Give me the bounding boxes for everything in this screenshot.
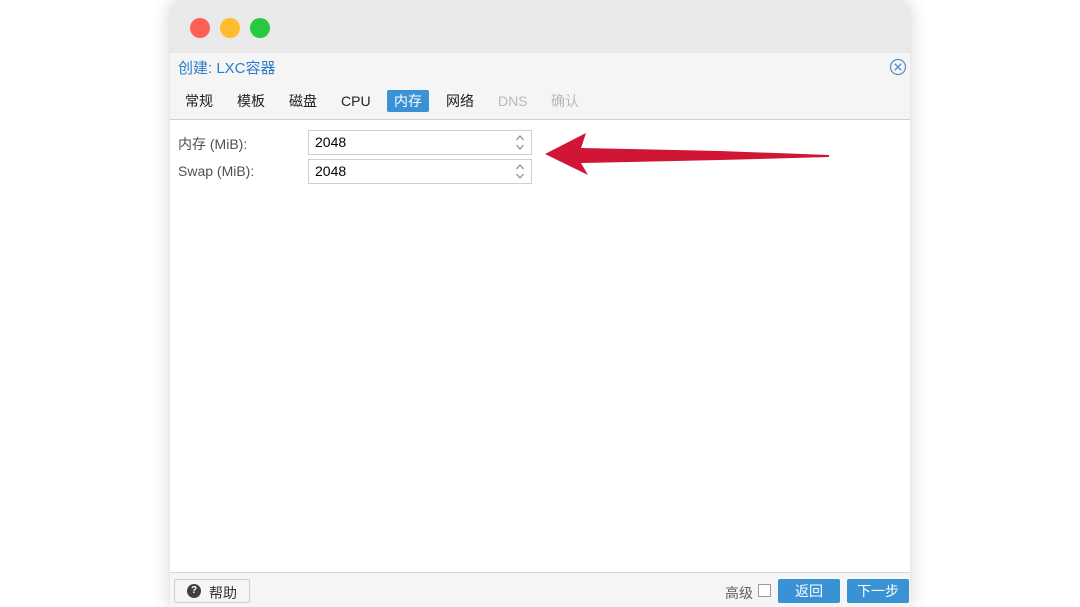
back-button[interactable]: 返回 xyxy=(778,579,840,603)
tab-network[interactable]: 网络 xyxy=(439,90,481,112)
advanced-label: 高级 xyxy=(725,585,753,601)
window-minimize-button[interactable] xyxy=(220,18,240,38)
close-circle-icon[interactable] xyxy=(889,58,907,76)
next-button[interactable]: 下一步 xyxy=(847,579,909,603)
tab-cpu[interactable]: CPU xyxy=(334,90,378,112)
advanced-checkbox[interactable] xyxy=(758,584,771,597)
tab-confirm: 确认 xyxy=(551,93,579,109)
memory-panel: 内存 (MiB): 2048 Swap (MiB): 2048 xyxy=(170,120,910,572)
question-circle-icon: ? xyxy=(187,584,201,598)
dialog-header: 创建: LXC容器 xyxy=(170,53,910,81)
tab-disks[interactable]: 磁盘 xyxy=(282,90,324,112)
app-window: 创建: LXC容器 常规 模板 磁盘 CPU 内存 网络 DNS 确认 内存 (… xyxy=(170,0,910,607)
dialog-footer: ? 帮助 高级 返回 下一步 xyxy=(170,572,910,607)
help-button[interactable]: ? 帮助 xyxy=(174,579,250,603)
window-close-button[interactable] xyxy=(190,18,210,38)
tab-dns: DNS xyxy=(498,93,528,109)
window-zoom-button[interactable] xyxy=(250,18,270,38)
title-bar xyxy=(170,0,910,53)
wizard-tabs: 常规 模板 磁盘 CPU 内存 网络 DNS 确认 xyxy=(170,81,910,120)
annotation-arrow xyxy=(545,133,829,175)
tab-memory[interactable]: 内存 xyxy=(387,90,429,112)
help-label: 帮助 xyxy=(209,585,237,601)
dialog-title: 创建: LXC容器 xyxy=(178,60,276,77)
tab-template[interactable]: 模板 xyxy=(230,90,272,112)
tab-general[interactable]: 常规 xyxy=(178,90,220,112)
